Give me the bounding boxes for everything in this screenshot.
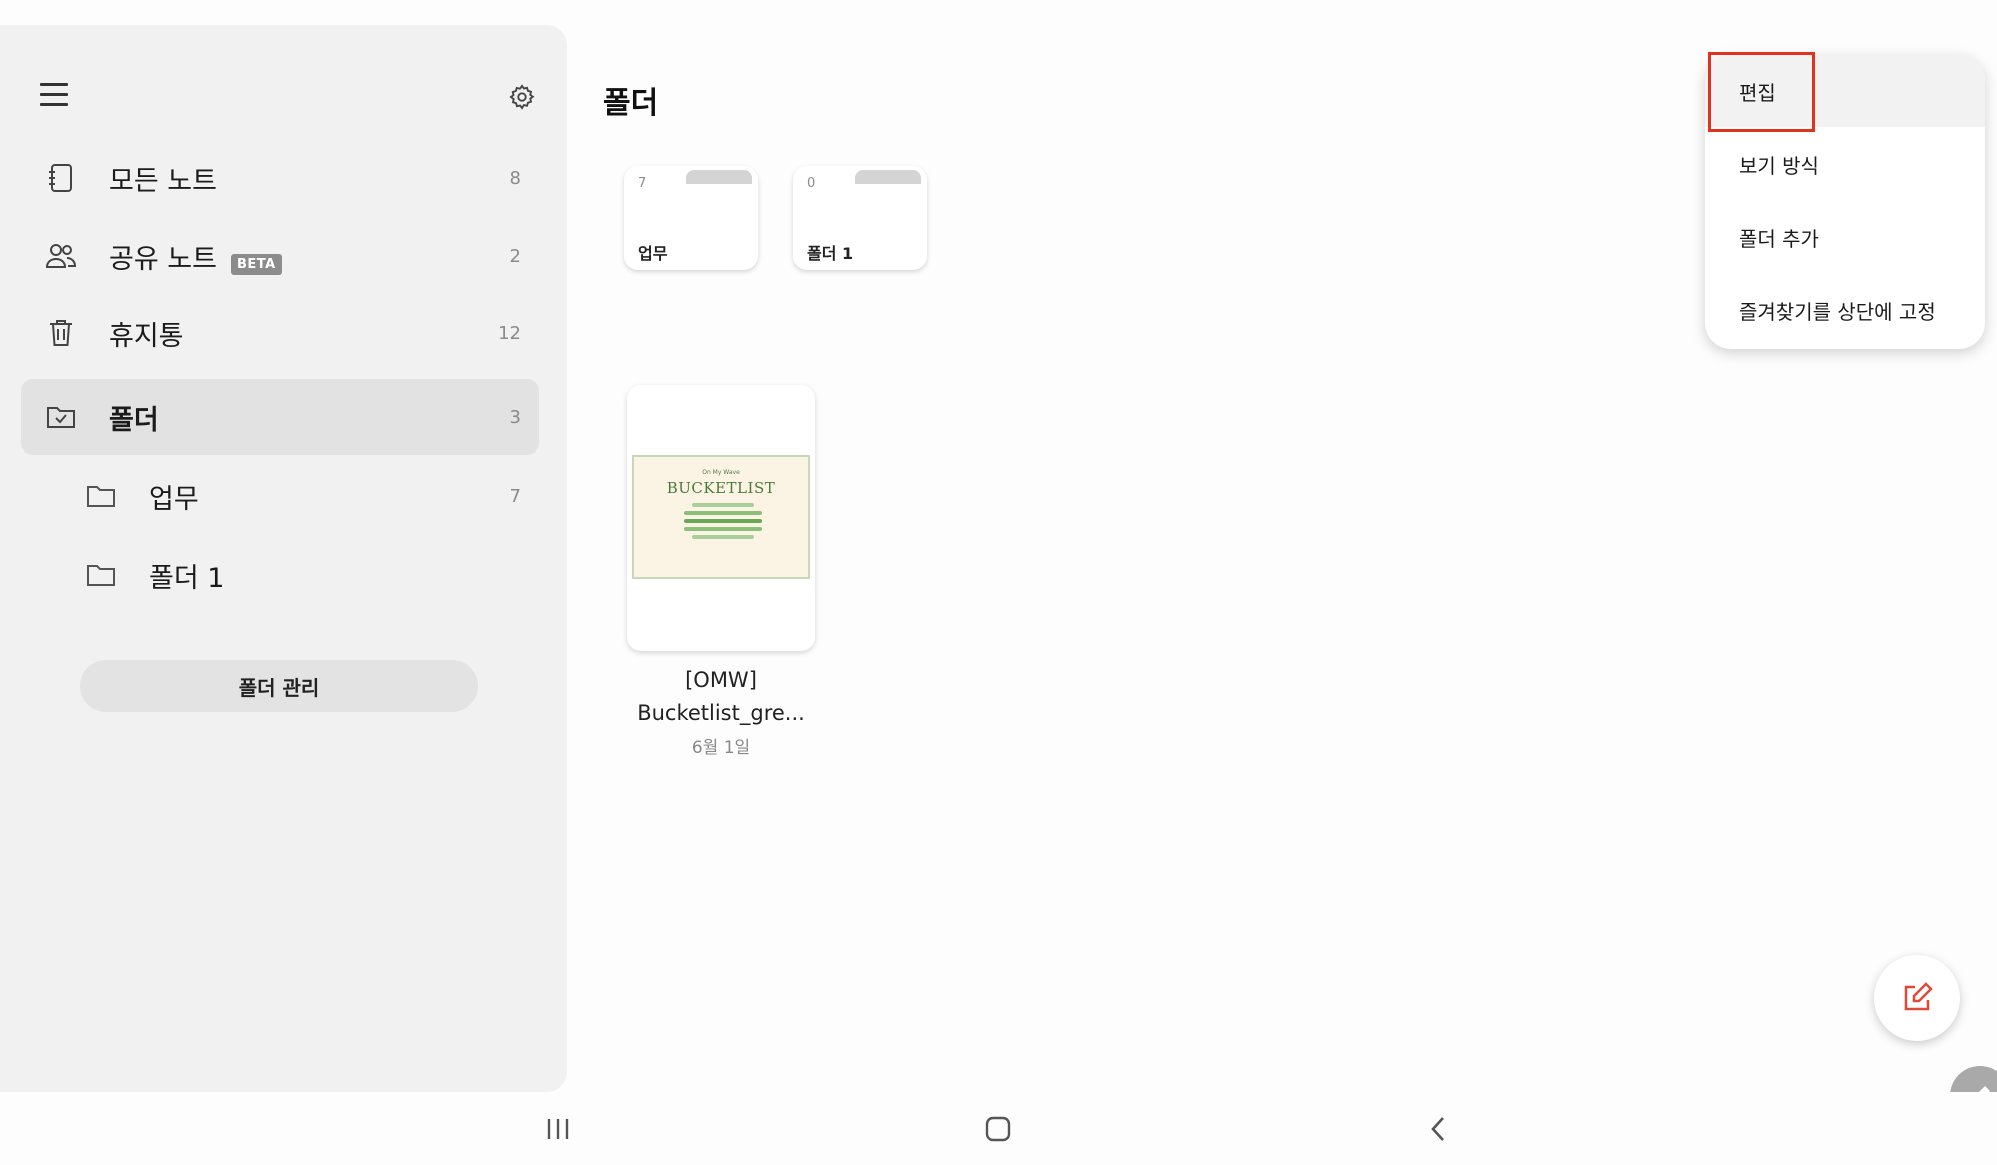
note-count: 8: [509, 167, 521, 189]
note-thumbnail: On My Wave BUCKETLIST: [632, 455, 810, 579]
folder-name: 업무: [638, 244, 668, 263]
sidebar: 모든 노트 8 공유 노트 BETA 2 휴지통 12 폴더 3 업무 7 폴더…: [0, 25, 567, 1092]
overflow-menu: 편집 보기 방식 폴더 추가 즐겨찾기를 상단에 고정: [1705, 55, 1985, 349]
folder-tab: [855, 170, 921, 184]
sidebar-item-all-notes[interactable]: 모든 노트 8: [21, 140, 539, 216]
menu-item-pin-favorites[interactable]: 즐겨찾기를 상단에 고정: [1705, 274, 1985, 346]
folder-count: 7: [638, 176, 647, 191]
manage-folders-button[interactable]: 폴더 관리: [80, 660, 478, 712]
note-count: 7: [509, 485, 521, 507]
folder-icon: [69, 562, 133, 588]
note-count: 3: [509, 406, 521, 428]
sidebar-item-trash[interactable]: 휴지통 12: [21, 295, 539, 371]
folder-name: 폴더 1: [807, 244, 854, 263]
people-icon: [29, 242, 93, 270]
folder-card-work[interactable]: 7 업무: [624, 166, 758, 270]
page-title: 폴더: [603, 86, 659, 121]
back-icon[interactable]: [1418, 1112, 1458, 1146]
sidebar-item-work-folder[interactable]: 업무 7: [21, 458, 539, 534]
new-note-button[interactable]: [1874, 955, 1960, 1041]
folder-card-folder-1[interactable]: 0 폴더 1: [793, 166, 927, 270]
sidebar-item-label: 업무: [149, 483, 199, 515]
beta-badge: BETA: [230, 253, 282, 275]
folder-icon: [69, 483, 133, 509]
sidebar-item-folders[interactable]: 폴더 3: [21, 379, 539, 455]
gear-icon[interactable]: [508, 83, 536, 111]
notebook-icon: [29, 163, 93, 193]
sidebar-item-label: 공유 노트 BETA: [109, 237, 282, 276]
note-title-line2: Bucketlist_gre...: [637, 701, 805, 725]
folder-count: 0: [807, 176, 816, 191]
sidebar-item-folder-1[interactable]: 폴더 1: [21, 537, 539, 613]
menu-item-view-mode[interactable]: 보기 방식: [1705, 128, 1985, 200]
thumbnail-stripes: [684, 503, 762, 543]
sidebar-item-label: 폴더: [109, 404, 159, 436]
home-icon[interactable]: [978, 1112, 1018, 1146]
compose-icon: [1904, 982, 1933, 1011]
samsung-notes-screen: 모든 노트 8 공유 노트 BETA 2 휴지통 12 폴더 3 업무 7 폴더…: [0, 0, 1997, 1165]
note-date: 6월 1일: [691, 738, 751, 758]
trash-icon: [29, 318, 93, 348]
sidebar-item-text: 공유 노트: [109, 243, 217, 275]
thumbnail-title: BUCKETLIST: [666, 479, 776, 497]
sidebar-item-label: 휴지통: [109, 320, 184, 352]
sidebar-item-label: 폴더 1: [149, 562, 225, 594]
recent-apps-icon[interactable]: [538, 1112, 578, 1146]
folder-tab: [686, 170, 752, 184]
folder-check-icon: [29, 404, 93, 430]
menu-icon[interactable]: [40, 83, 68, 107]
note-title-line1: [OMW]: [685, 668, 757, 692]
note-count: 2: [509, 245, 521, 267]
note-card[interactable]: On My Wave BUCKETLIST: [627, 385, 815, 651]
sidebar-item-label: 모든 노트: [109, 165, 217, 197]
system-nav-bar: [0, 1092, 1997, 1165]
menu-item-edit[interactable]: 편집: [1705, 55, 1985, 127]
note-count: 12: [498, 322, 521, 344]
menu-item-add-folder[interactable]: 폴더 추가: [1705, 201, 1985, 273]
thumbnail-caption: On My Wave: [702, 469, 740, 476]
sidebar-item-shared-notes[interactable]: 공유 노트 BETA 2: [21, 218, 539, 294]
